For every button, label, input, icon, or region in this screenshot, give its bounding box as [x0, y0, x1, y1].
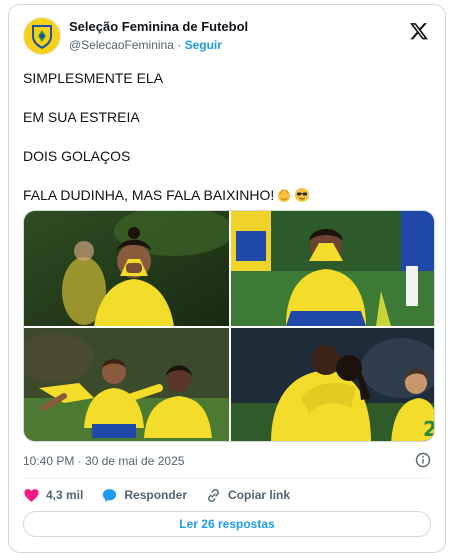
photo-players-hugging[interactable]: 2 [231, 328, 435, 441]
like-button[interactable]: 4,3 mil [23, 487, 83, 504]
sunglasses-emoji [295, 188, 310, 202]
tweet-text: SIMPLESMENTE ELA EM SUA ESTREIA DOIS GOL… [23, 69, 431, 204]
info-icon[interactable] [415, 452, 431, 468]
tweet-header: Seleção Feminina de Futebol @SelecaoFemi… [23, 17, 433, 57]
avatar[interactable] [23, 17, 61, 55]
photo-grid: 2 [23, 210, 435, 442]
read-replies-button[interactable]: Ler 26 respostas [23, 511, 431, 537]
tweet-line: EM SUA ESTREIA [23, 109, 140, 125]
x-logo-icon[interactable] [409, 21, 429, 41]
timestamp[interactable]: 10:40 PM · 30 de mai de 2025 [23, 454, 184, 468]
follow-button[interactable]: Seguir [185, 38, 222, 52]
photo-player-hands-on-mouth[interactable] [24, 211, 229, 326]
link-icon [208, 488, 219, 502]
like-count: 4,3 mil [46, 488, 84, 502]
tweet-line: SIMPLESMENTE ELA [23, 70, 164, 86]
reply-button[interactable]: Responder [101, 487, 187, 504]
copy-link-button[interactable]: Copiar link [205, 487, 290, 504]
action-bar: 4,3 mil Responder Copiar link [23, 485, 431, 505]
heart-icon [24, 488, 39, 502]
reply-label: Responder [124, 488, 188, 502]
handle[interactable]: @SelecaoFeminina [69, 38, 174, 52]
speech-bubble-icon [103, 488, 117, 502]
copy-link-label: Copiar link [228, 488, 291, 502]
cbf-crest-icon [32, 25, 52, 49]
tweet-card: Seleção Feminina de Futebol @SelecaoFemi… [8, 4, 446, 553]
svg-text:2: 2 [423, 417, 435, 441]
tweet-line: FALA DUDINHA, MAS FALA BAIXINHO! [23, 187, 275, 203]
separator-dot: · [177, 38, 182, 52]
pinching-hand-emoji [278, 189, 291, 202]
divider [23, 477, 431, 478]
photo-player-celebrating-run[interactable] [24, 328, 229, 441]
tweet-line: DOIS GOLAÇOS [23, 148, 131, 164]
photo-player-kneeling-crying[interactable] [231, 211, 434, 326]
display-name[interactable]: Seleção Feminina de Futebol [69, 19, 248, 35]
tweet-line-with-emoji: FALA DUDINHA, MAS FALA BAIXINHO! [23, 186, 431, 204]
